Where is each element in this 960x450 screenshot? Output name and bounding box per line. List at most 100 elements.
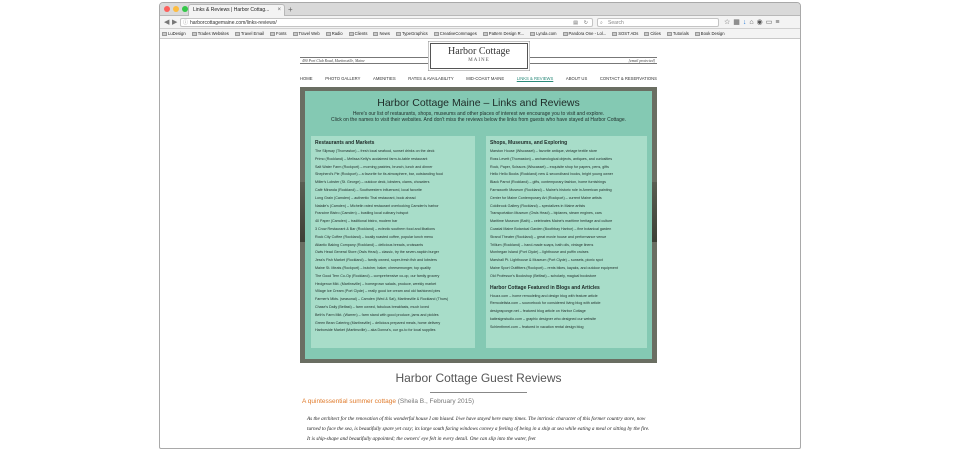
forward-icon[interactable]: ▶ — [172, 17, 177, 28]
nav-item-home[interactable]: HOME — [300, 76, 313, 81]
shop-list-item[interactable]: Ross Levett (Thomaston) – archaeological… — [490, 156, 643, 164]
featured-list-item[interactable]: Schlenthmei.com – featured in vacation r… — [490, 324, 643, 332]
bookmark-item[interactable]: SOST ADs — [612, 29, 638, 38]
nav-item-contact-reservations[interactable]: CONTACT & RESERVATIONS — [600, 76, 657, 81]
featured-list-item[interactable]: Houzz.com – home remodeling and design b… — [490, 293, 643, 301]
restaurant-list-item[interactable]: Green Bean Catering (Martinsville) – del… — [315, 320, 471, 328]
restaurant-list-item[interactable]: The Good Tern Co-Op (Rockland) – compreh… — [315, 273, 471, 281]
shop-list-item[interactable]: Maritime Museum (Bath) – celebrates Main… — [490, 218, 643, 226]
shop-list-item[interactable]: Trillium (Rockland) – hand-made soaps, b… — [490, 242, 643, 250]
shops-column: Shops, Museums, and Exploring Marston Ho… — [486, 136, 647, 348]
reader-icon[interactable]: ▤ — [573, 19, 578, 27]
shop-list-item[interactable]: Farnsworth Museum (Rockland) – Maine's h… — [490, 187, 643, 195]
featured-list-item[interactable]: katiesignstudio.com – graphic designer w… — [490, 316, 643, 324]
featured-list: Houzz.com – home remodeling and design b… — [490, 293, 643, 332]
site-logo[interactable]: Harbor Cottage MAINE — [430, 43, 528, 69]
bookmark-item[interactable]: Travel Email — [234, 29, 264, 38]
back-icon[interactable]: ◀ — [164, 17, 169, 28]
close-window-button[interactable] — [164, 6, 170, 12]
nav-item-links-reviews[interactable]: LINKS & REVIEWS — [517, 76, 554, 81]
shop-list-item[interactable]: Center for Maine Contemporary Art (Rockp… — [490, 195, 643, 203]
nav-item-mid-coast-maine[interactable]: MID-COAST MAINE — [466, 76, 504, 81]
restaurant-list-item[interactable]: Natalie's (Camden) – Michelin rated rest… — [315, 203, 471, 211]
shop-list-item[interactable]: Maine Sport Outfitters (Rockport) – rent… — [490, 265, 643, 273]
nav-item-about-us[interactable]: ABOUT US — [566, 76, 587, 81]
bookmark-item[interactable]: Pandora One - Lol... — [562, 29, 606, 38]
bookmark-item[interactable]: Pattern Design R... — [482, 29, 524, 38]
folder-icon — [270, 31, 276, 36]
restaurant-list-item[interactable]: Atlantic Baking Company (Rockland) – del… — [315, 242, 471, 250]
restaurant-list-item[interactable]: Hedgerow Mkt. (Martinsville) – homegrown… — [315, 281, 471, 289]
restaurant-list-item[interactable]: Primo (Rockland) – Melissa Kelly's accla… — [315, 156, 471, 164]
star-icon[interactable]: ☆ — [724, 17, 730, 28]
review-text: As the architect for the renovation of t… — [307, 416, 650, 442]
close-tab-icon[interactable]: × — [277, 5, 281, 16]
shop-list-item[interactable]: Hello Hello Books (Rockland) new & secon… — [490, 171, 643, 179]
restaurant-list-item[interactable]: Francine Bistro (Camden) – bustling loca… — [315, 210, 471, 218]
shop-list-item[interactable]: Coastal Maine Botanical Garden (Boothbay… — [490, 226, 643, 234]
pocket-icon[interactable]: ◉ — [757, 17, 763, 28]
shop-list-item[interactable]: Marshall Pt. Lighthouse & Museum (Port C… — [490, 257, 643, 265]
shop-list-item[interactable]: Rock, Paper, Scissors (Wiscasset) – exqu… — [490, 164, 643, 172]
bookmark-item[interactable]: Clients — [348, 29, 367, 38]
reload-icon[interactable]: ↻ — [584, 19, 588, 27]
restaurant-list-item[interactable]: Long Grain (Camden) – authentic Thai res… — [315, 195, 471, 203]
restaurant-list-item[interactable]: Rock City Coffee (Rockland) – locally ro… — [315, 234, 471, 242]
bookmark-item[interactable]: Trades Websites — [191, 29, 229, 38]
hero-image: Harbor Cottage Maine – Links and Reviews… — [300, 87, 657, 363]
featured-list-item[interactable]: Remodelista.com – sourcebook for conside… — [490, 300, 643, 308]
shop-list-item[interactable]: Strand Theater (Rockland) – great movie … — [490, 234, 643, 242]
menu-icon[interactable]: ≡ — [775, 17, 779, 28]
bookmark-item[interactable]: Radio — [325, 29, 343, 38]
shop-list-item[interactable]: Old Professor's Bookshop (Belfast) – sch… — [490, 273, 643, 281]
folder-icon — [530, 31, 536, 36]
download-icon[interactable]: ↓ — [743, 17, 747, 28]
bookmark-item[interactable]: Lynda.com — [530, 29, 557, 38]
search-input[interactable]: ⌕ Search — [597, 18, 719, 27]
chat-icon[interactable]: ▭ — [766, 17, 773, 28]
bookmark-item[interactable]: Fonts — [270, 29, 287, 38]
featured-list-item[interactable]: designsponge.net – featured blog article… — [490, 308, 643, 316]
site-email[interactable]: [email protected] — [628, 59, 655, 63]
restaurant-list-item[interactable]: 40 Paper (Camden) – traditional bistro, … — [315, 218, 471, 226]
home-icon[interactable]: ⌂ — [749, 17, 753, 28]
new-tab-button[interactable]: + — [288, 4, 293, 15]
bookmark-item[interactable]: TypeGraphics — [395, 29, 428, 38]
restaurant-list-item[interactable]: Jess's Fish Market (Rockland) – family o… — [315, 257, 471, 265]
restaurant-list-item[interactable]: Maine St. Meats (Rockport) – butcher, ba… — [315, 265, 471, 273]
url-bar[interactable]: ⓘ harborcottagemaine.com/links-reviews/ … — [180, 18, 593, 27]
review-meta: (Sheila B., February 2015) — [397, 398, 474, 405]
shop-list-item[interactable]: Coldbrook Gallery (Rockland) – specializ… — [490, 203, 643, 211]
restaurant-list-item[interactable]: Shepherd's Pie (Rockport) – a favorite f… — [315, 171, 471, 179]
nav-item-amenities[interactable]: AMENITIES — [373, 76, 396, 81]
bookmark-item[interactable]: Travel Web — [292, 29, 320, 38]
web-page: 490 Port Club Road, Martinsville, Maine … — [160, 39, 800, 447]
minimize-window-button[interactable] — [173, 6, 179, 12]
restaurant-list-item[interactable]: Miller's Lobster (St. George) – outdoor … — [315, 179, 471, 187]
restaurant-list-item[interactable]: Salt Water Farm (Rockport) – morning pas… — [315, 164, 471, 172]
shop-list-item[interactable]: Transportation Museum (Owls Head) – bipl… — [490, 210, 643, 218]
bookmark-item[interactable]: Book Design — [694, 29, 725, 38]
restaurant-list-item[interactable]: Chase's Daily (Belfast) – farm owned, fa… — [315, 304, 471, 312]
restaurant-list-item[interactable]: Village Ice Cream (Port Clyde) – really … — [315, 288, 471, 296]
restaurant-list-item[interactable]: Farmer's Mkts. (seasonal) – Camden (Wed … — [315, 296, 471, 304]
bookmarks-icon[interactable]: ▦ — [733, 17, 740, 28]
restaurant-list-item[interactable]: The Slipway (Thomaston) – fresh local se… — [315, 148, 471, 156]
restaurant-list-item[interactable]: 3 Crow Restaurant & Bar (Rockland) – ecl… — [315, 226, 471, 234]
bookmark-item[interactable]: CreativeCommages — [433, 29, 477, 38]
nav-item-photo-gallery[interactable]: PHOTO GALLERY — [325, 76, 360, 81]
restaurant-list-item[interactable]: Café Miranda (Rockland) – Southwestern i… — [315, 187, 471, 195]
tab-links-reviews[interactable]: Links & Reviews | Harbor Cottag... × — [188, 4, 285, 16]
info-icon[interactable]: ⓘ — [183, 19, 188, 27]
shop-list-item[interactable]: Black Parrot (Rockland) – gifts, contemp… — [490, 179, 643, 187]
restaurant-list-item[interactable]: Beth's Farm Mkt. (Warren) – farm stand w… — [315, 312, 471, 320]
bookmark-item[interactable]: Tutorials — [666, 29, 689, 38]
shop-list-item[interactable]: Marston House (Wiscasset) – favorite ant… — [490, 148, 643, 156]
bookmark-item[interactable]: Cities — [644, 29, 661, 38]
shop-list-item[interactable]: Monhegan Island (Port Clyde) – lighthous… — [490, 249, 643, 257]
restaurant-list-item[interactable]: Owls Head General Store (Owls Head) – cl… — [315, 249, 471, 257]
nav-item-rates-availability[interactable]: RATES & AVAILABILITY — [408, 76, 453, 81]
bookmark-item[interactable]: LuDesign — [162, 29, 186, 38]
bookmark-item[interactable]: News — [373, 29, 390, 38]
restaurant-list-item[interactable]: Harborside Market (Martinsville) – aka D… — [315, 327, 471, 335]
